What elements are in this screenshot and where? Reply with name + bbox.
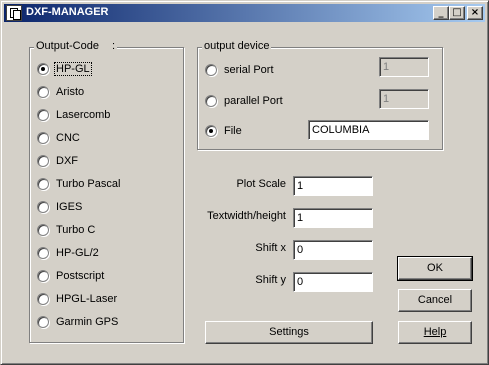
radio-label: serial Port (224, 64, 274, 76)
settings-button-label: Settings (269, 326, 309, 338)
radio-button[interactable] (37, 270, 49, 282)
radio-button[interactable] (205, 64, 217, 76)
radio-postscript[interactable]: Postscript (37, 268, 105, 284)
radio-button-checked[interactable] (205, 125, 217, 137)
textwidth-height-field[interactable]: 1 (293, 208, 373, 228)
file-name-field[interactable]: COLUMBIA (308, 120, 429, 140)
radio-label: parallel Port (224, 95, 283, 107)
radio-lasercomb[interactable]: Lasercomb (37, 107, 111, 123)
radio-hp-gl-2[interactable]: HP-GL/2 (37, 245, 100, 261)
plot-scale-field[interactable]: 1 (293, 176, 373, 196)
radio-label: IGES (56, 201, 83, 213)
output-code-label-colon: : (112, 40, 116, 52)
shift-y-field[interactable]: 0 (293, 272, 373, 292)
minimize-button[interactable]: _ (433, 6, 449, 20)
radio-serial-port[interactable]: serial Port (205, 62, 275, 78)
radio-turbo-c[interactable]: Turbo C (37, 222, 96, 238)
radio-button[interactable] (37, 155, 49, 167)
maximize-button[interactable]: □ (449, 6, 465, 20)
radio-hpgl-laser[interactable]: HPGL-Laser (37, 291, 118, 307)
close-button[interactable]: × (467, 6, 483, 20)
serial-port-field[interactable]: 1 (379, 57, 429, 77)
radio-button[interactable] (37, 224, 49, 236)
radio-button[interactable] (205, 95, 217, 107)
radio-iges[interactable]: IGES (37, 199, 83, 215)
textwidth-height-label: Textwidth/height (207, 210, 286, 222)
help-button[interactable]: Help (398, 321, 472, 344)
settings-button[interactable]: Settings (205, 321, 373, 344)
radio-hp-gl[interactable]: HP-GL (37, 61, 92, 77)
radio-button[interactable] (37, 132, 49, 144)
title-bar[interactable]: DXF-MANAGER _ □ × (4, 4, 485, 22)
radio-label: Turbo Pascal (56, 178, 121, 190)
radio-parallel-port[interactable]: parallel Port (205, 93, 284, 109)
radio-button[interactable] (37, 293, 49, 305)
plot-scale-label: Plot Scale (236, 178, 286, 190)
radio-button[interactable] (37, 178, 49, 190)
radio-aristo[interactable]: Aristo (37, 84, 85, 100)
radio-button[interactable] (37, 316, 49, 328)
radio-dxf[interactable]: DXF (37, 153, 79, 169)
shift-y-label: Shift y (255, 274, 286, 286)
radio-label: HP-GL (54, 62, 92, 76)
radio-label: CNC (56, 132, 80, 144)
app-icon[interactable] (6, 5, 22, 21)
app-icon-sheet-front (13, 10, 21, 20)
radio-turbo-pascal[interactable]: Turbo Pascal (37, 176, 121, 192)
radio-garmin-gps[interactable]: Garmin GPS (37, 314, 119, 330)
shift-x-label: Shift x (255, 242, 286, 254)
radio-file[interactable]: File (205, 123, 243, 139)
radio-cnc[interactable]: CNC (37, 130, 81, 146)
radio-label: HP-GL/2 (56, 247, 99, 259)
ok-button[interactable]: OK (397, 256, 473, 281)
output-code-label: Output-Code (36, 40, 99, 52)
parallel-port-field[interactable]: 1 (379, 89, 429, 109)
radio-label: Aristo (56, 86, 85, 98)
shift-x-field[interactable]: 0 (293, 240, 373, 260)
dxf-manager-window: DXF-MANAGER _ □ × Output-Code : HP-GL Ar… (0, 0, 489, 365)
radio-button[interactable] (37, 201, 49, 213)
radio-label: DXF (56, 155, 78, 167)
radio-label: HPGL-Laser (56, 293, 118, 305)
window-title: DXF-MANAGER (26, 6, 109, 18)
output-code-group-label: Output-Code : (34, 40, 118, 52)
radio-button[interactable] (37, 86, 49, 98)
radio-button[interactable] (37, 247, 49, 259)
output-device-group-label: output device (202, 40, 272, 52)
radio-button[interactable] (37, 109, 49, 121)
radio-label: Turbo C (56, 224, 96, 236)
cancel-button[interactable]: Cancel (398, 289, 472, 312)
radio-label: File (224, 125, 242, 137)
help-button-label: Help (423, 326, 447, 338)
radio-label: Garmin GPS (56, 316, 119, 328)
radio-label: Lasercomb (56, 109, 111, 121)
radio-button-checked[interactable] (37, 63, 49, 75)
radio-label: Postscript (56, 270, 105, 282)
